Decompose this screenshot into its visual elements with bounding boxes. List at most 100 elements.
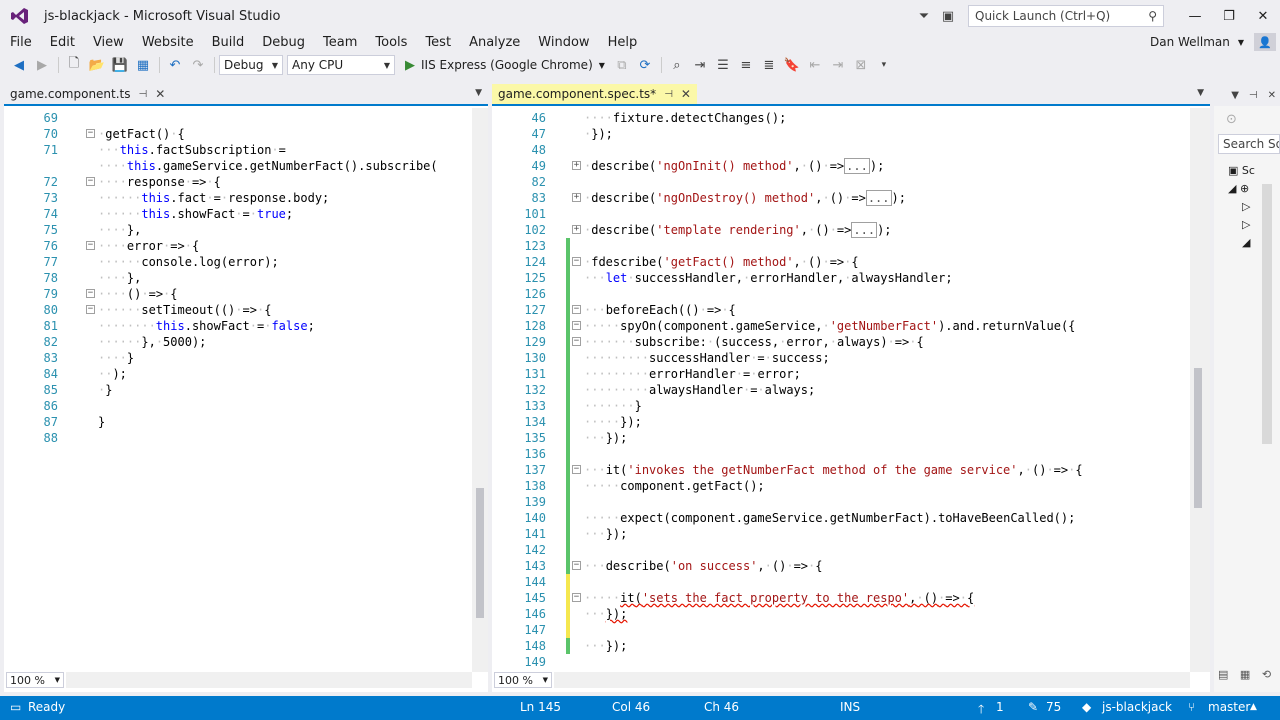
save-all-icon[interactable]: ▦: [132, 54, 154, 76]
right-vertical-scrollbar[interactable]: [1190, 108, 1210, 672]
left-zoom-select[interactable]: 100 % ▼: [6, 672, 64, 688]
collapse-region-icon[interactable]: −: [572, 337, 581, 346]
tab-game-component-ts[interactable]: game.component.ts ⊣ ✕: [4, 84, 171, 104]
pin-icon[interactable]: ⊣: [139, 89, 148, 100]
class-view-icon[interactable]: ⟲: [1262, 668, 1271, 681]
status-branch[interactable]: master: [1208, 700, 1250, 714]
uncomment-icon[interactable]: ≣: [758, 54, 780, 76]
tree-view-icon[interactable]: ▦: [1240, 668, 1250, 681]
expand-region-icon[interactable]: +: [572, 161, 581, 170]
refresh-icon[interactable]: ⟳: [634, 54, 656, 76]
close-icon[interactable]: ✕: [155, 87, 165, 101]
open-file-icon[interactable]: 📂: [86, 54, 108, 76]
pin-icon[interactable]: ⊣: [1249, 90, 1258, 101]
chevron-down-icon[interactable]: ▼: [1197, 88, 1204, 98]
collapse-region-icon[interactable]: −: [572, 321, 581, 330]
solution-search-input[interactable]: Search Sol: [1218, 134, 1280, 154]
navigate-forward-icon[interactable]: ▶: [31, 54, 53, 76]
collapse-region-icon[interactable]: −: [572, 593, 581, 602]
collapse-region-icon[interactable]: −: [86, 289, 95, 298]
collapse-region-icon[interactable]: −: [572, 465, 581, 474]
tree-item[interactable]: ▷: [1228, 216, 1255, 234]
start-debugging-button[interactable]: ▶ IIS Express (Google Chrome) ▼: [405, 58, 605, 73]
tree-item[interactable]: ◢ ⊕: [1228, 180, 1255, 198]
close-window-button[interactable]: ✕: [1246, 0, 1280, 32]
tree-item-solution[interactable]: ▣ Sc: [1228, 162, 1255, 180]
menu-view[interactable]: View: [83, 35, 132, 50]
solution-platform-select[interactable]: Any CPU ▼: [287, 55, 395, 75]
close-icon[interactable]: ✕: [1268, 90, 1276, 101]
collapse-region-icon[interactable]: −: [86, 177, 95, 186]
save-icon[interactable]: 💾: [109, 54, 131, 76]
solution-configuration-select[interactable]: Debug ▼: [219, 55, 283, 75]
status-changes-count[interactable]: 75: [1046, 700, 1061, 714]
home-icon[interactable]: ⊙: [1226, 112, 1237, 127]
menu-edit[interactable]: Edit: [40, 35, 83, 50]
solution-explorer-scrollbar[interactable]: [1262, 184, 1272, 444]
collapsed-region-icon[interactable]: ...: [851, 222, 878, 238]
collapse-region-icon[interactable]: −: [86, 129, 95, 138]
right-zoom-select[interactable]: 100 % ▼: [494, 672, 552, 688]
collapse-region-icon[interactable]: −: [86, 305, 95, 314]
branch-icon[interactable]: ⑂: [1188, 700, 1195, 714]
repository-icon[interactable]: ◆: [1082, 700, 1091, 714]
collapse-region-icon[interactable]: −: [572, 305, 581, 314]
status-unpushed-count[interactable]: 1: [996, 700, 1004, 714]
menu-team[interactable]: Team: [313, 35, 365, 50]
pencil-icon[interactable]: ✎: [1028, 700, 1038, 714]
menu-tools[interactable]: Tools: [365, 35, 415, 50]
menu-debug[interactable]: Debug: [252, 35, 313, 50]
menu-website[interactable]: Website: [132, 35, 202, 50]
feedback-icon[interactable]: ▣: [936, 9, 960, 24]
browser-link-icon[interactable]: ⧉: [611, 54, 633, 76]
clear-bookmarks-icon[interactable]: ⊠: [850, 54, 872, 76]
scrollbar-thumb[interactable]: [476, 488, 484, 618]
left-horizontal-scrollbar[interactable]: [66, 672, 472, 688]
scrollbar-thumb[interactable]: [1194, 368, 1202, 508]
chevron-down-icon[interactable]: ▼: [1238, 38, 1244, 47]
next-bookmark-icon[interactable]: ⇥: [827, 54, 849, 76]
left-vertical-scrollbar[interactable]: [472, 108, 488, 672]
tree-item[interactable]: ◢: [1228, 234, 1255, 252]
right-code-editor[interactable]: 46 ····fixture.detectChanges(); 47 ·}); 48 49…: [492, 108, 1190, 672]
bookmark-icon[interactable]: 🔖: [781, 54, 803, 76]
status-repository[interactable]: js-blackjack: [1102, 700, 1172, 714]
menu-help[interactable]: Help: [598, 35, 646, 50]
toolbar-options-icon[interactable]: ▾: [873, 54, 895, 76]
chevron-down-icon[interactable]: ▼: [1231, 90, 1239, 101]
new-project-icon[interactable]: 🗋: [63, 54, 85, 76]
step-icon[interactable]: ⇥: [689, 54, 711, 76]
undo-icon[interactable]: ↶: [164, 54, 186, 76]
restore-button[interactable]: ❐: [1212, 0, 1246, 32]
left-code-editor[interactable]: 69 70− ·getFact()·{71 ···this.factSubscript…: [4, 108, 472, 672]
menu-file[interactable]: File: [0, 35, 40, 50]
navigate-back-icon[interactable]: ◀: [8, 54, 30, 76]
collapse-region-icon[interactable]: −: [572, 257, 581, 266]
chevron-up-icon[interactable]: ▲: [1250, 702, 1257, 712]
menu-test[interactable]: Test: [415, 35, 459, 50]
avatar[interactable]: 👤: [1254, 33, 1276, 51]
quick-launch-input[interactable]: Quick Launch (Ctrl+Q) ⚲: [968, 5, 1164, 27]
prev-bookmark-icon[interactable]: ⇤: [804, 54, 826, 76]
collapsed-region-icon[interactable]: ...: [865, 190, 892, 206]
filter-icon[interactable]: ⏷: [912, 9, 936, 24]
expand-region-icon[interactable]: +: [572, 193, 581, 202]
menu-window[interactable]: Window: [528, 35, 597, 50]
minimize-button[interactable]: —: [1178, 0, 1212, 32]
find-icon[interactable]: ⌕: [666, 54, 688, 76]
pin-icon[interactable]: ⊣: [664, 89, 673, 100]
menu-analyze[interactable]: Analyze: [459, 35, 528, 50]
user-name[interactable]: Dan Wellman: [1150, 35, 1230, 49]
collapsed-region-icon[interactable]: ...: [844, 158, 870, 174]
menu-build[interactable]: Build: [202, 35, 253, 50]
right-horizontal-scrollbar[interactable]: [554, 672, 1190, 688]
close-icon[interactable]: ✕: [681, 87, 691, 101]
properties-icon[interactable]: ▤: [1218, 668, 1228, 681]
comment-icon[interactable]: ≡: [735, 54, 757, 76]
arrow-up-icon[interactable]: 🡑: [978, 700, 984, 720]
outline-icon[interactable]: ☰: [712, 54, 734, 76]
tab-game-component-spec-ts[interactable]: game.component.spec.ts* ⊣ ✕: [492, 84, 697, 104]
chevron-down-icon[interactable]: ▼: [475, 88, 482, 98]
expand-region-icon[interactable]: +: [572, 225, 581, 234]
collapse-region-icon[interactable]: −: [572, 561, 581, 570]
